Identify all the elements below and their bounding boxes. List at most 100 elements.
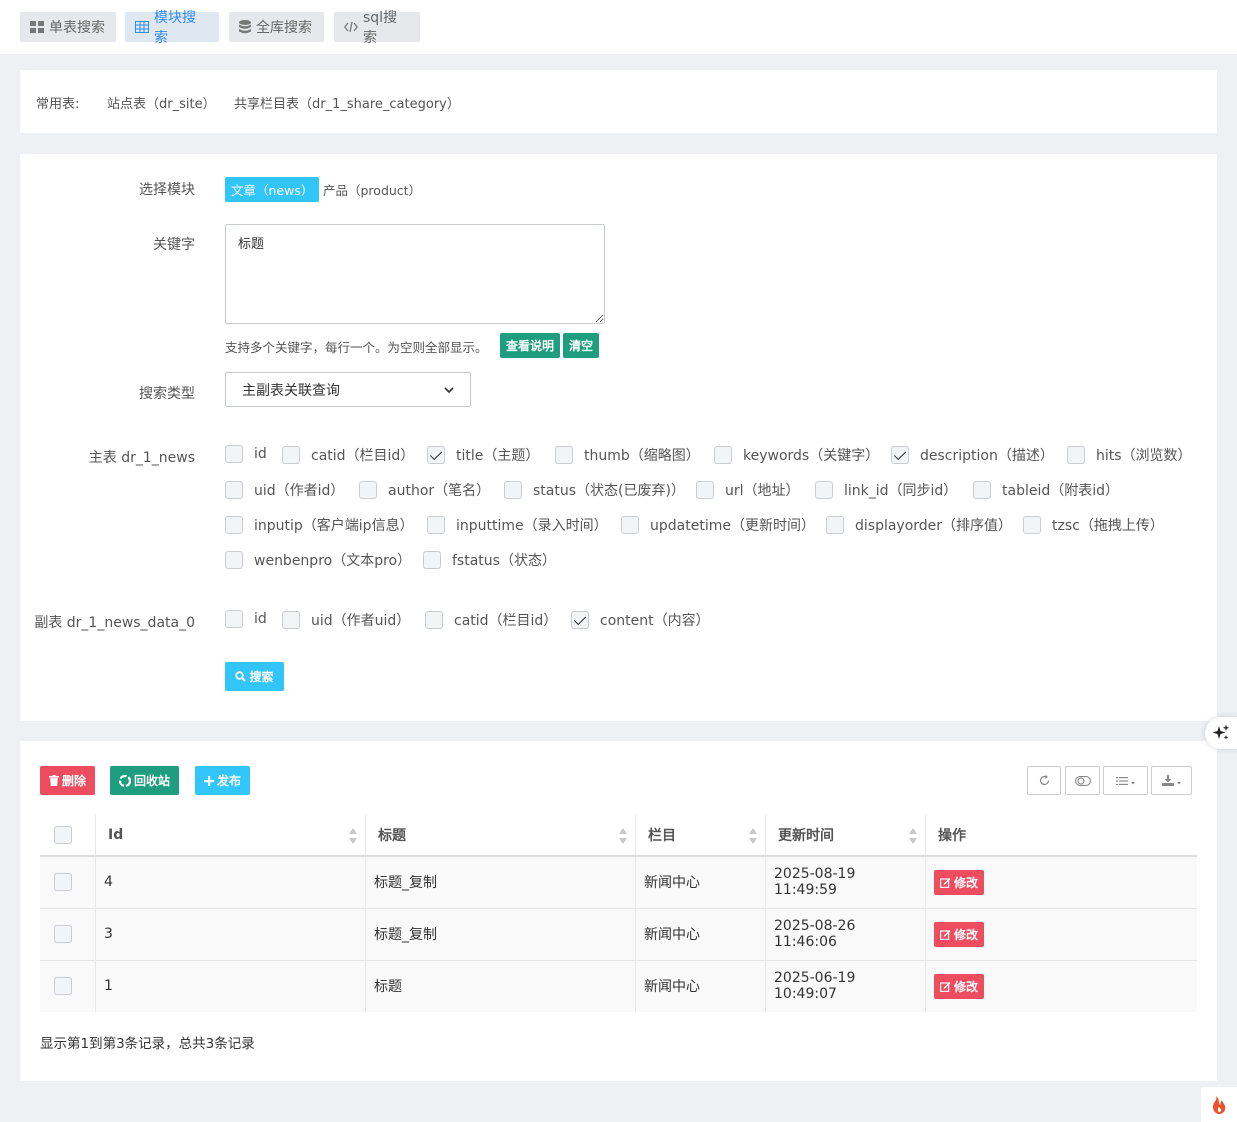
publish-button[interactable]: 发布 xyxy=(195,766,251,795)
field-checkbox-item[interactable]: thumb（缩略图） xyxy=(555,445,700,465)
tab-full-db-search[interactable]: 全库搜索 xyxy=(229,12,324,42)
module-news-button[interactable]: 文章（news） xyxy=(225,177,320,202)
edit-button[interactable]: 修改 xyxy=(934,921,985,947)
field-checkbox-item[interactable]: content（内容） xyxy=(571,610,710,630)
cell-id-text: 4 xyxy=(104,874,113,891)
toggle-view-button[interactable] xyxy=(1065,766,1100,795)
row-checkbox[interactable] xyxy=(54,977,72,996)
row-select-cell[interactable] xyxy=(40,960,96,1012)
cell-title-text: 标题_复制 xyxy=(374,927,437,943)
field-checkbox[interactable] xyxy=(1067,446,1085,464)
field-checkbox[interactable] xyxy=(696,481,714,499)
link-share-category[interactable]: 共享栏目表（dr_1_share_category） xyxy=(234,93,460,112)
sort-icon[interactable] xyxy=(619,828,627,844)
table-row[interactable]: 4 标题_复制 新闻中心 2025-08-19 11:49:59 修改 xyxy=(40,856,1197,908)
search-form-panel: 选择模块 文章（news） 产品（product） 关键字 支持多个关键字，每行… xyxy=(20,154,1217,721)
field-checkbox[interactable] xyxy=(427,446,445,464)
field-checkbox[interactable] xyxy=(815,481,833,499)
header-updated-time[interactable]: 更新时间 xyxy=(765,815,926,857)
field-checkbox[interactable] xyxy=(1023,516,1041,534)
field-checkbox-item[interactable]: wenbenpro（文本pro） xyxy=(225,550,411,570)
chevron-down-icon xyxy=(444,382,454,398)
select-all-checkbox[interactable] xyxy=(54,826,72,844)
row-select-cell[interactable] xyxy=(40,856,96,908)
field-checkbox-item[interactable]: keywords（关键字） xyxy=(714,445,879,465)
field-checkbox-item[interactable]: tzsc（拖拽上传） xyxy=(1023,515,1164,535)
field-checkbox-item[interactable]: catid（栏目id） xyxy=(425,610,557,630)
edit-button[interactable]: 修改 xyxy=(934,973,985,999)
tab-module-search[interactable]: 模块搜索 xyxy=(125,10,219,46)
field-checkbox-item[interactable]: uid（作者id） xyxy=(225,480,344,500)
field-checkbox[interactable] xyxy=(714,446,732,464)
field-checkbox[interactable] xyxy=(225,551,243,569)
header-id[interactable]: Id xyxy=(95,815,366,857)
export-button[interactable] xyxy=(1151,766,1192,795)
field-checkbox[interactable] xyxy=(359,481,377,499)
field-checkbox-item[interactable]: id xyxy=(225,445,267,463)
header-title[interactable]: 标题 xyxy=(365,815,636,857)
field-checkbox[interactable] xyxy=(225,481,243,499)
delete-button[interactable]: 删除 xyxy=(40,766,96,795)
field-checkbox-item[interactable]: description（描述） xyxy=(891,445,1054,465)
field-checkbox-item[interactable]: author（笔名） xyxy=(359,480,490,500)
field-checkbox[interactable] xyxy=(826,516,844,534)
field-checkbox-item[interactable]: inputip（客户端ip信息） xyxy=(225,515,414,535)
refresh-button[interactable] xyxy=(1027,766,1061,795)
codeigniter-flame-button[interactable] xyxy=(1201,1087,1237,1122)
field-checkbox-item[interactable]: uid（作者uid） xyxy=(282,610,410,630)
row-select-cell[interactable] xyxy=(40,908,96,960)
header-select-all[interactable] xyxy=(40,815,96,857)
link-dr-site[interactable]: 站点表（dr_site） xyxy=(107,93,216,112)
sort-icon[interactable] xyxy=(349,828,357,844)
field-checkbox[interactable] xyxy=(973,481,991,499)
module-product-button[interactable]: 产品（product） xyxy=(317,177,427,202)
field-checkbox[interactable] xyxy=(427,516,445,534)
field-checkbox[interactable] xyxy=(423,551,441,569)
edit-button[interactable]: 修改 xyxy=(934,869,985,895)
view-help-button[interactable]: 查看说明 xyxy=(500,333,561,358)
field-checkbox-item[interactable]: status（状态(已废弃)） xyxy=(504,480,685,500)
field-checkbox-item[interactable]: updatetime（更新时间） xyxy=(621,515,815,535)
field-checkbox-item[interactable]: displayorder（排序值） xyxy=(826,515,1012,535)
field-checkbox[interactable] xyxy=(555,446,573,464)
field-checkbox[interactable] xyxy=(621,516,639,534)
clear-button[interactable]: 清空 xyxy=(563,333,600,358)
table-row[interactable]: 3 标题_复制 新闻中心 2025-08-26 11:46:06 修改 xyxy=(40,908,1197,960)
field-checkbox-item[interactable]: fstatus（状态） xyxy=(423,550,556,570)
field-checkbox[interactable] xyxy=(282,611,300,629)
header-category[interactable]: 栏目 xyxy=(635,815,766,857)
module-label: 选择模块 xyxy=(139,182,195,198)
field-checkbox-item[interactable]: catid（栏目id） xyxy=(282,445,414,465)
recycle-icon xyxy=(119,774,131,787)
ai-assistant-button[interactable] xyxy=(1205,717,1237,749)
field-checkbox-item[interactable]: tableid（附表id） xyxy=(973,480,1119,500)
field-checkbox-item[interactable]: inputtime（录入时间） xyxy=(427,515,608,535)
field-checkbox-item[interactable]: id xyxy=(225,610,267,628)
field-checkbox[interactable] xyxy=(571,611,589,629)
search-button[interactable]: 搜索 xyxy=(225,662,284,691)
search-type-select[interactable]: 主副表关联查询 xyxy=(225,372,471,407)
tab-single-table-search[interactable]: 单表搜索 xyxy=(20,12,116,42)
columns-button[interactable] xyxy=(1103,766,1148,795)
field-checkbox[interactable] xyxy=(225,610,243,628)
row-checkbox[interactable] xyxy=(54,925,72,943)
field-checkbox-item[interactable]: title（主题） xyxy=(427,445,539,465)
cell-time-text: 2025-08-26 11:46:06 xyxy=(774,918,856,950)
table-row[interactable]: 1 标题 新闻中心 2025-06-19 10:49:07 修改 xyxy=(40,960,1197,1012)
field-checkbox[interactable] xyxy=(504,481,522,499)
field-checkbox-item[interactable]: url（地址） xyxy=(696,480,800,500)
field-checkbox[interactable] xyxy=(282,446,300,464)
sort-icon[interactable] xyxy=(749,828,757,844)
field-checkbox[interactable] xyxy=(891,446,909,464)
recycle-bin-button[interactable]: 回收站 xyxy=(110,766,180,795)
field-checkbox[interactable] xyxy=(225,445,243,463)
publish-label: 发布 xyxy=(217,774,242,788)
field-checkbox-item[interactable]: link_id（同步id） xyxy=(815,480,957,500)
sort-icon[interactable] xyxy=(909,828,917,844)
tab-sql-search[interactable]: sql搜索 xyxy=(334,10,420,46)
field-checkbox[interactable] xyxy=(225,516,243,534)
row-checkbox[interactable] xyxy=(54,873,72,892)
field-checkbox[interactable] xyxy=(425,611,443,629)
keyword-textarea[interactable] xyxy=(225,224,605,324)
field-checkbox-item[interactable]: hits（浏览数） xyxy=(1067,445,1192,465)
